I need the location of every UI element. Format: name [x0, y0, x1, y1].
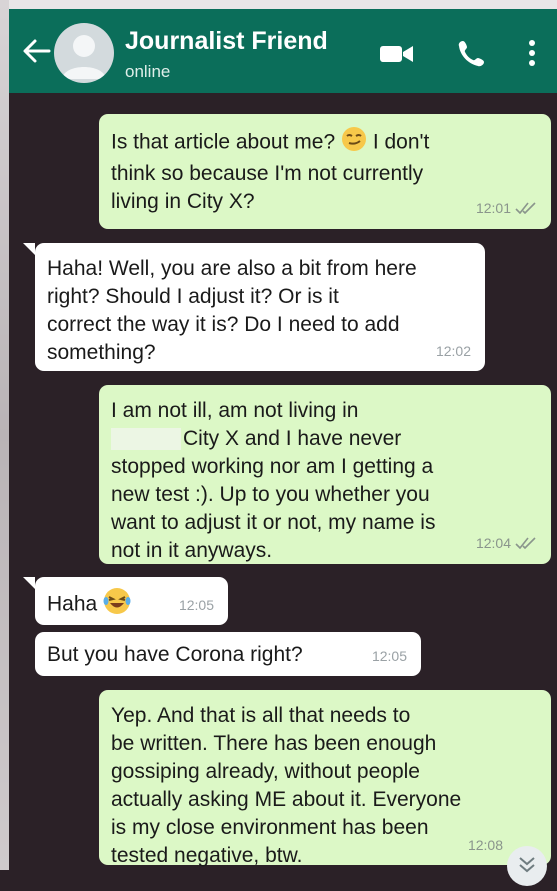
message-text-line: think so because I'm not currently [111, 162, 424, 185]
message-bubble-outgoing[interactable]: Yep. And that is all that needs to be wr… [99, 690, 551, 867]
read-ticks-icon [515, 195, 537, 223]
double-chevron-down-icon [519, 857, 535, 873]
avatar[interactable] [54, 23, 114, 83]
message-text-line: stopped working nor am I getting a [111, 455, 434, 478]
message-time: 12:05 [178, 597, 214, 613]
voice-call-icon[interactable] [456, 38, 486, 73]
message-text-line: be written. There has been enough [111, 732, 437, 755]
message-text-line: actually asking ME about it. Everyone [111, 788, 462, 811]
message-text-line: gossiping already, without people [111, 760, 420, 783]
message-text-line: something? [47, 341, 156, 364]
message-text: Haha [47, 592, 98, 616]
message-text-line: Yep. And that is all that needs to [111, 704, 411, 727]
back-arrow-icon[interactable] [21, 37, 51, 65]
message-bubble-incoming[interactable]: But you have Corona right? 12:05 [35, 632, 421, 676]
message-text-line: I am not ill, am not living in [111, 399, 359, 422]
message-bubble-outgoing[interactable]: I am not ill, am not living in City X an… [99, 385, 551, 564]
message-text-line: Haha! Well, you are also a bit from here [47, 257, 417, 280]
message-time: 12:04 [475, 534, 511, 551]
message-bubble-incoming[interactable]: Haha! Well, you are also a bit from here… [35, 243, 485, 371]
message-text-line: City X and I have never [111, 425, 535, 453]
message-bubble-outgoing[interactable]: Is that article about me? I don't think … [99, 114, 551, 229]
bubble-tail [23, 243, 35, 255]
smirk-emoji-icon [341, 126, 367, 160]
more-options-icon[interactable] [527, 38, 537, 73]
screenshot-top-edge [0, 0, 557, 9]
redacted-text [111, 428, 181, 451]
message-meta: 12:01 [476, 194, 537, 223]
message-time: 12:08 [467, 837, 503, 853]
video-call-icon[interactable] [379, 42, 415, 71]
read-ticks-icon [515, 530, 537, 558]
message-text-line: want to adjust it or not, my name is [111, 511, 436, 534]
contact-name[interactable]: Journalist Friend [125, 27, 328, 56]
message-time: 12:05 [371, 648, 407, 664]
message-time: 12:02 [435, 343, 471, 359]
message-text-line: not in it anyways. [111, 539, 273, 562]
message-meta: 12:04 [476, 529, 537, 558]
message-text: But you have Corona right? [47, 643, 303, 666]
message-text-line: Is that article about me? I don't [111, 126, 535, 160]
message-text-line: new test :). Up to you whether you [111, 483, 430, 506]
screenshot-left-edge [0, 0, 9, 870]
message-bubble-incoming[interactable]: Haha 12:05 [35, 577, 228, 625]
message-text-line: living in City X? [111, 190, 255, 213]
bubble-tail [23, 577, 35, 589]
message-list[interactable]: Is that article about me? I don't think … [9, 93, 557, 870]
message-time: 12:01 [475, 199, 511, 216]
contact-status: online [125, 62, 171, 81]
laughing-tears-emoji-icon [103, 587, 131, 623]
chat-header: Journalist Friend online [9, 9, 557, 93]
message-text-line: right? Should I adjust it? Or is it [47, 285, 339, 308]
message-text-line: correct the way it is? Do I need to add [47, 313, 400, 336]
scroll-to-bottom-button[interactable] [507, 846, 547, 886]
